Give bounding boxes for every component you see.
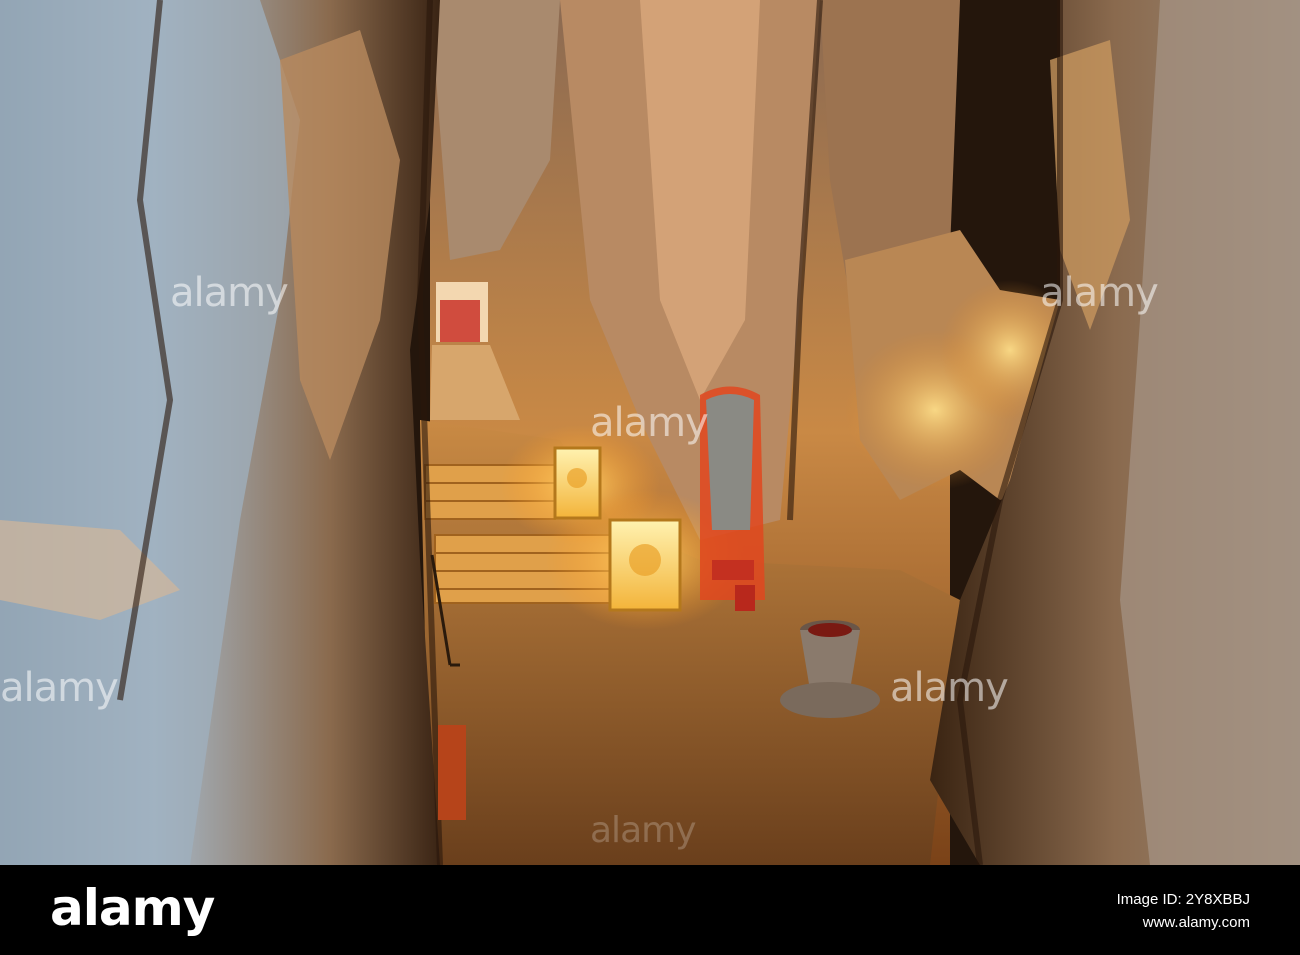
image-id-label: Image ID: 2Y8XBBJ — [1116, 891, 1250, 908]
alamy-logo: alamy — [50, 879, 215, 937]
image-meta: Image ID: 2Y8XBBJ www.alamy.com — [1117, 889, 1250, 934]
site-link[interactable]: www.alamy.com — [1117, 912, 1250, 935]
footer-bar: alamy Image ID: 2Y8XBBJ www.alamy.com — [0, 865, 1300, 955]
cave-photo — [0, 0, 1300, 865]
